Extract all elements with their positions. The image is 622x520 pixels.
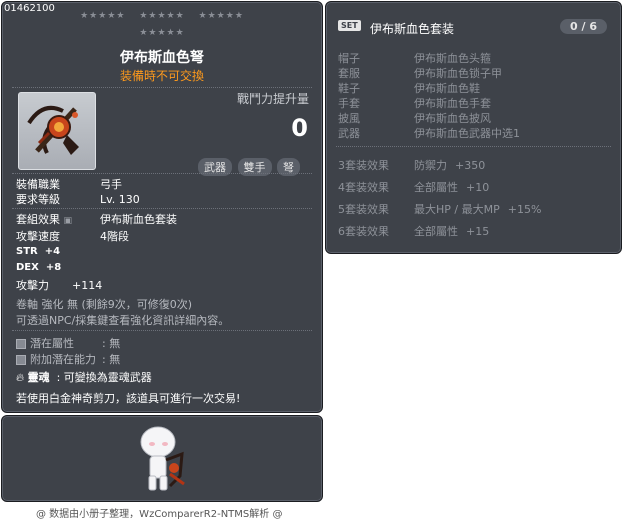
set-item-row: 披風 伊布斯血色披风 xyxy=(338,112,491,125)
star-group: ★★★★★ xyxy=(80,11,126,21)
set-effect-row: 3套装效果 防禦力 +350 xyxy=(338,159,486,172)
crossbow-icon xyxy=(27,106,79,155)
job-value: 弓手 xyxy=(100,178,122,191)
additional-potential-icon xyxy=(16,355,26,365)
character-preview-image xyxy=(140,426,185,491)
divider xyxy=(12,87,312,88)
flame-icon: 🔥︎ xyxy=(16,371,25,384)
set-name: 伊布斯血色套装 xyxy=(370,22,455,36)
combat-power-label: 戰鬥力提升量 xyxy=(237,92,310,106)
set-value: 伊布斯血色套装 xyxy=(100,213,177,226)
job-row: 裝備職業 弓手 xyxy=(16,176,122,192)
attack-label: 攻擊力 xyxy=(16,279,49,292)
set-effect-row: 5套装效果 最大HP / 最大MP +15% xyxy=(338,203,542,216)
set-effect-row: 6套装效果 全部屬性 +15 xyxy=(338,225,490,238)
item-icon-frame xyxy=(18,92,96,170)
level-row: 要求等級 Lv. 130 xyxy=(16,191,140,207)
divider xyxy=(12,173,312,174)
set-row: 套組效果 ▣ 伊布斯血色套装 xyxy=(16,211,177,227)
footer-credit: @ 数据由小册子整理，WzComparerR2-NTMS解析 @ xyxy=(36,509,283,520)
item-tooltip-panel: 01462100 ★★★★★ ★★★★★ ★★★★★ ★★★★★ 伊布斯血色弩 … xyxy=(1,1,323,413)
star-force-row-2: ★★★★★ xyxy=(2,28,322,38)
scroll-info: 卷軸 強化 無 (剩餘9次，可修復0次) xyxy=(16,298,193,311)
set-item-row: 帽子 伊布斯血色头箍 xyxy=(338,52,491,65)
level-label: 要求等級 xyxy=(16,193,60,206)
attack-value: +114 xyxy=(72,279,103,292)
attack-row: 攻擊力 +114 xyxy=(16,277,102,293)
set-item-row: 武器 伊布斯血色武器中选1 xyxy=(338,127,520,140)
soul-value: : 可變換為靈魂武器 xyxy=(56,371,152,384)
star-force-row: ★★★★★ ★★★★★ ★★★★★ xyxy=(2,11,322,21)
set-item-row: 手套 伊布斯血色手套 xyxy=(338,97,491,110)
stat-dex: DEX +8 xyxy=(16,262,62,273)
potential-icon xyxy=(16,339,26,349)
set-effect-row: 4套装效果 全部屬性 +10 xyxy=(338,181,490,194)
avatar-preview-panel xyxy=(1,415,323,502)
star-group: ★★★★★ xyxy=(198,11,244,21)
soul-row: 🔥︎ 靈魂 : 可變換為靈魂武器 xyxy=(16,369,152,385)
level-value: Lv. 130 xyxy=(100,193,140,206)
divider xyxy=(336,146,611,147)
trade-restriction: 装備時不可交換 xyxy=(119,69,204,83)
divider xyxy=(12,330,312,331)
set-label: 套組效果 ▣ xyxy=(16,213,73,226)
speed-value: 4階段 xyxy=(100,230,129,243)
set-tooltip-panel: SET 伊布斯血色套装 0 / 6 帽子 伊布斯血色头箍 套服 伊布斯血色锁子甲 鞋… xyxy=(325,1,622,254)
soul-label: 靈魂 xyxy=(27,371,50,384)
trade-hint: 若使用白金神奇剪刀，該道具可進行一次交易! xyxy=(16,392,241,405)
star-group: ★★★★★ xyxy=(139,11,185,21)
set-item-row: 鞋子 伊布斯血色鞋 xyxy=(338,82,480,95)
speed-label: 攻擊速度 xyxy=(16,230,60,243)
set-item-row: 套服 伊布斯血色锁子甲 xyxy=(338,67,502,80)
speed-row: 攻擊速度 4階段 xyxy=(16,228,129,244)
combat-power-value: 0 xyxy=(291,114,308,142)
set-count: 0 / 6 xyxy=(560,19,607,34)
stat-str: STR +4 xyxy=(16,246,61,257)
set-lock-icon: ▣ xyxy=(63,216,73,226)
additional-potential-row: 附加潛在能力: 無 xyxy=(16,351,120,367)
potential-row: 潛在屬性: 無 xyxy=(16,335,120,351)
item-name: 伊布斯血色弩 xyxy=(120,50,204,66)
star-group: ★★★★★ xyxy=(139,28,185,38)
divider xyxy=(12,208,312,209)
set-badge: SET xyxy=(338,20,361,31)
job-label: 裝備職業 xyxy=(16,178,60,191)
enhance-info: 可透過NPC/採集鍵查看強化資訊詳細內容。 xyxy=(16,314,230,327)
